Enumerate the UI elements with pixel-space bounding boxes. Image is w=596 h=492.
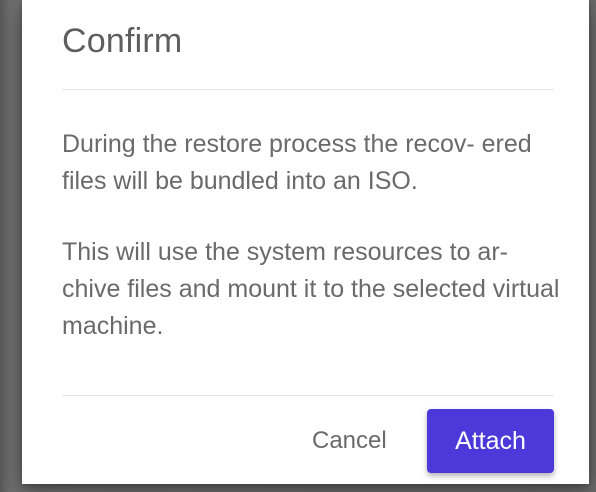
cancel-button[interactable]: Cancel	[302, 419, 397, 463]
dialog-title: Confirm	[62, 22, 183, 60]
dialog-footer: Cancel Attach	[22, 396, 589, 484]
dialog-header: Confirm	[62, 0, 554, 90]
dialog-message-resources: This will use the system resources to ar…	[62, 238, 560, 340]
attach-button[interactable]: Attach	[427, 409, 554, 473]
confirm-dialog: Confirm During the restore process the r…	[22, 0, 589, 484]
dialog-message-restore: During the restore process the recov- er…	[62, 130, 532, 195]
dialog-body: During the restore process the recov- er…	[62, 126, 562, 345]
